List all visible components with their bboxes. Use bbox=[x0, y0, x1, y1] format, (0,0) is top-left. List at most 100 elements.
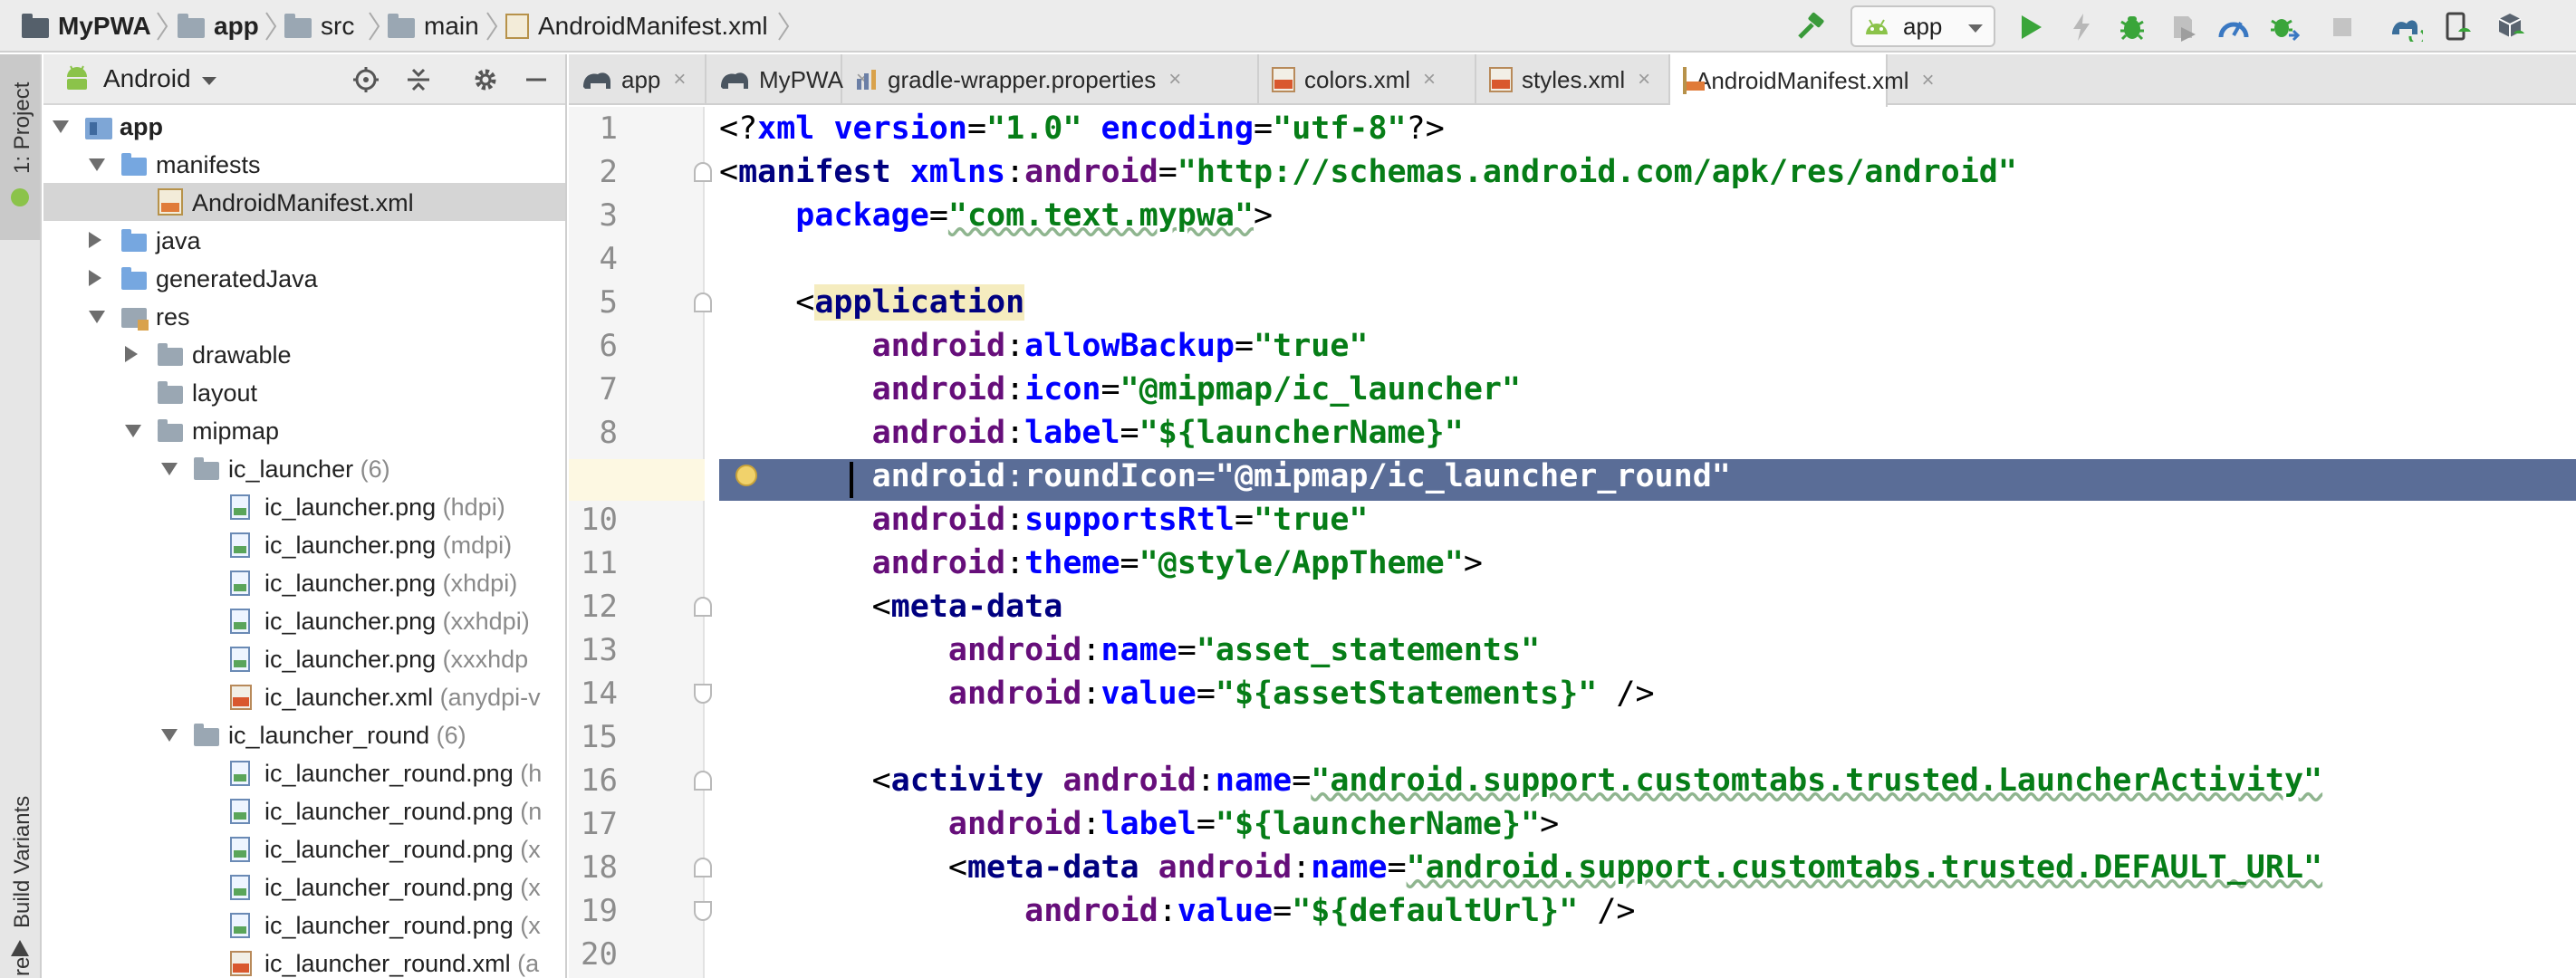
code-line[interactable]: android:roundIcon="@mipmap/ic_launcher_r… bbox=[719, 455, 1731, 498]
code-line[interactable]: <manifest xmlns:android="http://schemas.… bbox=[719, 150, 2017, 194]
folder-icon bbox=[284, 14, 312, 38]
code-line[interactable]: package="com.text.mypwa"> bbox=[719, 194, 1273, 237]
tree-item[interactable]: ic_launcher_round.png (x bbox=[43, 906, 565, 944]
editor-tab[interactable]: styles.xml × bbox=[1476, 54, 1670, 105]
code-token: android bbox=[871, 328, 1006, 364]
tree-item[interactable]: ic_launcher_round (6) bbox=[43, 715, 565, 753]
collapsed-arrow-icon[interactable] bbox=[125, 346, 138, 362]
breadcrumb-item[interactable]: AndroidManifest.xml bbox=[505, 0, 768, 53]
gradle-elephant-icon bbox=[582, 69, 612, 91]
collapsed-arrow-icon[interactable] bbox=[89, 270, 101, 286]
fold-marker-icon[interactable] bbox=[694, 162, 712, 182]
tree-item[interactable]: res bbox=[43, 297, 565, 335]
apply-changes-icon[interactable] bbox=[2063, 9, 2100, 45]
tree-item-label: app bbox=[120, 113, 163, 141]
code-token: activity bbox=[890, 762, 1044, 799]
tree-item[interactable]: ic_launcher.xml (anydpi-v bbox=[43, 677, 565, 715]
tree-item[interactable]: ic_launcher.png (xxxhdp bbox=[43, 639, 565, 677]
tree-item[interactable]: app bbox=[43, 107, 565, 145]
editor-tab[interactable]: AndroidManifest.xml × bbox=[1670, 54, 1935, 107]
code-line[interactable]: android:name="asset_statements" bbox=[719, 628, 1540, 672]
tree-item[interactable]: manifests bbox=[43, 145, 565, 183]
fold-marker-icon[interactable] bbox=[694, 858, 712, 877]
code-line[interactable]: <meta-data android:name="android.support… bbox=[719, 846, 2322, 889]
expanded-arrow-icon[interactable] bbox=[161, 463, 178, 475]
editor-tab[interactable]: MyPWA × bbox=[706, 54, 869, 105]
gear-icon[interactable] bbox=[467, 62, 504, 98]
close-icon[interactable]: × bbox=[1168, 67, 1181, 92]
stop-icon[interactable] bbox=[2324, 9, 2360, 45]
coverage-icon[interactable] bbox=[2165, 9, 2201, 45]
line-number: 17 bbox=[581, 806, 618, 842]
expanded-arrow-icon[interactable] bbox=[53, 120, 69, 133]
code-line[interactable]: <?xml version="1.0" encoding="utf-8"?> bbox=[719, 107, 1445, 150]
fold-marker-icon[interactable] bbox=[694, 771, 712, 791]
code-line[interactable]: android:icon="@mipmap/ic_launcher" bbox=[719, 368, 1521, 411]
tree-item[interactable]: java bbox=[43, 221, 565, 259]
collapsed-arrow-icon[interactable] bbox=[89, 232, 101, 248]
profile-icon[interactable] bbox=[2216, 9, 2252, 45]
code-line[interactable]: <application bbox=[719, 281, 1025, 324]
run-configuration-dropdown[interactable]: app bbox=[1850, 5, 1995, 47]
tree-item[interactable]: ic_launcher.png (mdpi) bbox=[43, 525, 565, 563]
sdk-manager-icon[interactable] bbox=[2493, 9, 2529, 45]
close-icon[interactable]: × bbox=[673, 67, 686, 92]
expanded-arrow-icon[interactable] bbox=[89, 311, 105, 323]
collapse-all-icon[interactable] bbox=[400, 62, 437, 98]
breadcrumb-item[interactable]: MyPWA bbox=[22, 0, 151, 53]
tree-item[interactable]: AndroidManifest.xml bbox=[43, 183, 565, 221]
tree-item[interactable]: ic_launcher_round.png (x bbox=[43, 868, 565, 906]
close-icon[interactable]: × bbox=[1922, 68, 1935, 93]
editor-tab[interactable]: app × bbox=[569, 54, 706, 105]
code-line[interactable]: android:supportsRtl="true" bbox=[719, 498, 1369, 542]
debug-icon[interactable] bbox=[2114, 9, 2150, 45]
run-icon[interactable] bbox=[2013, 9, 2049, 45]
code-editor[interactable]: 1234567891011121314151617181920 <?xml ve… bbox=[569, 107, 2576, 978]
breadcrumb-item[interactable]: app bbox=[178, 0, 259, 53]
editor-tab[interactable]: gradle-wrapper.properties × bbox=[842, 54, 1259, 105]
gradle-sync-icon[interactable] bbox=[2388, 9, 2424, 45]
attach-debugger-icon[interactable] bbox=[2266, 9, 2302, 45]
make-project-icon[interactable] bbox=[1793, 9, 1830, 45]
code-line[interactable]: android:label="${launcherName}"> bbox=[719, 802, 1559, 846]
close-icon[interactable]: × bbox=[1423, 67, 1436, 92]
expanded-arrow-icon[interactable] bbox=[89, 158, 105, 171]
code-line[interactable]: android:theme="@style/AppTheme"> bbox=[719, 542, 1483, 585]
code-line[interactable]: <meta-data bbox=[719, 585, 1063, 628]
tree-item[interactable]: ic_launcher.png (xxhdpi) bbox=[43, 601, 565, 639]
expanded-arrow-icon[interactable] bbox=[125, 425, 141, 437]
project-tool-button[interactable]: 1: Project bbox=[0, 54, 40, 240]
avd-manager-icon[interactable] bbox=[2440, 9, 2476, 45]
close-icon[interactable]: × bbox=[1638, 67, 1650, 92]
tree-item[interactable]: ic_launcher.png (xhdpi) bbox=[43, 563, 565, 601]
locate-file-icon[interactable] bbox=[348, 62, 384, 98]
tree-item[interactable]: ic_launcher.png (hdpi) bbox=[43, 487, 565, 525]
tree-item[interactable]: ic_launcher_round.xml (a bbox=[43, 944, 565, 978]
tree-item[interactable]: ic_launcher_round.png (x bbox=[43, 829, 565, 868]
fold-marker-icon[interactable] bbox=[694, 901, 712, 921]
editor-tab[interactable]: colors.xml × bbox=[1259, 54, 1476, 105]
structure-tool-button[interactable]: re bbox=[0, 924, 40, 978]
code-line[interactable]: android:label="${launcherName}" bbox=[719, 411, 1464, 455]
code-token: android bbox=[871, 371, 1006, 408]
project-view-selector[interactable]: Android bbox=[63, 64, 216, 93]
tree-item[interactable]: layout bbox=[43, 373, 565, 411]
tree-item[interactable]: generatedJava bbox=[43, 259, 565, 297]
code-line[interactable]: android:value="${assetStatements}" /> bbox=[719, 672, 1655, 715]
tree-item[interactable]: ic_launcher (6) bbox=[43, 449, 565, 487]
code-line[interactable]: <activity android:name="android.support.… bbox=[719, 759, 2323, 802]
breadcrumb-item[interactable]: src bbox=[284, 0, 354, 53]
tree-item[interactable]: ic_launcher_round.png (h bbox=[43, 753, 565, 791]
fold-marker-icon[interactable] bbox=[694, 597, 712, 617]
fold-marker-icon[interactable] bbox=[694, 292, 712, 312]
hide-panel-icon[interactable] bbox=[518, 62, 554, 98]
fold-marker-icon[interactable] bbox=[694, 684, 712, 704]
code-line[interactable]: android:value="${defaultUrl}" /> bbox=[719, 889, 1635, 933]
expanded-arrow-icon[interactable] bbox=[161, 729, 178, 742]
code-line[interactable]: android:allowBackup="true" bbox=[719, 324, 1369, 368]
tree-item[interactable]: mipmap bbox=[43, 411, 565, 449]
breadcrumb-item[interactable]: main bbox=[388, 0, 479, 53]
tree-item[interactable]: ic_launcher_round.png (n bbox=[43, 791, 565, 829]
navigation-bar: MyPWA app src main AndroidManifest.xml app bbox=[0, 0, 2576, 53]
tree-item[interactable]: drawable bbox=[43, 335, 565, 373]
